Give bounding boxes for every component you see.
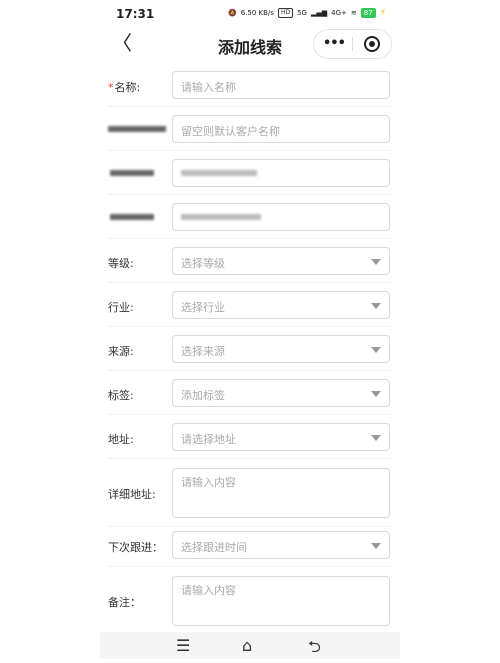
dropdown-arrow-icon (371, 391, 381, 397)
form-row-tags: 标签: 添加标签 (100, 378, 400, 422)
remark-textarea[interactable]: 请输入内容 (172, 576, 390, 626)
dropdown-arrow-icon (371, 259, 381, 265)
tags-label: 标签: (108, 389, 134, 402)
capsule-divider (352, 37, 353, 51)
industry-select[interactable]: 选择行业 (172, 291, 390, 319)
industry-label: 行业: (108, 301, 134, 314)
row-divider (108, 194, 392, 195)
status-icons: 🔕 6.50 KB/s HD 5G ▂▄▆ 4G+ ≋ 87 ⚡ (228, 8, 386, 18)
next-follow-label: 下次跟进： (108, 541, 163, 554)
form-row-next-follow: 下次跟进： 选择跟进时间 (100, 530, 400, 574)
next-follow-select[interactable]: 选择跟进时间 (172, 531, 390, 559)
customer-name-input[interactable]: 留空则默认客户名称 (172, 115, 390, 143)
redacted-value (181, 170, 257, 176)
redacted-label (110, 170, 154, 176)
redacted-input-1[interactable] (172, 159, 390, 187)
close-target-icon[interactable] (364, 36, 380, 52)
home-icon[interactable]: ⌂ (242, 636, 252, 655)
menu-icon[interactable]: ☰ (176, 636, 190, 655)
remark-label: 备注： (108, 596, 141, 609)
navigation-bar: 〈 添加线索 ••• (100, 28, 400, 60)
status-time: 17:31 (116, 7, 155, 21)
row-divider (108, 370, 392, 371)
region-label: 地址: (108, 433, 134, 446)
more-options-icon[interactable]: ••• (323, 36, 346, 51)
row-divider (108, 150, 392, 151)
level-select[interactable]: 选择等级 (172, 247, 390, 275)
redacted-input-2[interactable] (172, 203, 390, 231)
signal-4g: 4G+ (331, 9, 347, 17)
battery-level: 87 (360, 8, 376, 18)
detail-address-label: 详细地址: (108, 488, 156, 501)
form-row-level: 等级: 选择等级 (100, 246, 400, 290)
mute-icon: 🔕 (227, 9, 237, 17)
form-row-customer: 留空则默认客户名称 (100, 114, 400, 158)
source-select[interactable]: 选择来源 (172, 335, 390, 363)
wifi-icon: ≋ (350, 9, 357, 17)
tags-select[interactable]: 添加标签 (172, 379, 390, 407)
dropdown-arrow-icon (371, 347, 381, 353)
row-divider (108, 458, 392, 459)
redacted-value (181, 214, 261, 220)
row-divider (108, 106, 392, 107)
source-label: 来源: (108, 345, 134, 358)
form-row-source: 来源: 选择来源 (100, 334, 400, 378)
form-row-remark: 备注： 请输入内容 (100, 574, 400, 630)
status-bar: 17:31 🔕 6.50 KB/s HD 5G ▂▄▆ 4G+ ≋ 87 ⚡ (100, 0, 400, 28)
dropdown-arrow-icon (371, 435, 381, 441)
redacted-label (108, 126, 166, 132)
charging-icon: ⚡ (379, 8, 386, 18)
row-divider (108, 414, 392, 415)
form-row-region: 地址: 请选择地址 (100, 422, 400, 466)
row-divider (108, 282, 392, 283)
redacted-label (110, 214, 154, 220)
region-select[interactable]: 请选择地址 (172, 423, 390, 451)
mini-program-capsule: ••• (313, 29, 392, 59)
form-row-redacted-1 (100, 158, 400, 202)
phone-screen: 17:31 🔕 6.50 KB/s HD 5G ▂▄▆ 4G+ ≋ 87 ⚡ 〈… (100, 0, 400, 659)
hd-badge: HD (277, 8, 294, 18)
dropdown-arrow-icon (371, 543, 381, 549)
system-navigation-bar: ☰ ⌂ ⮌ (100, 632, 400, 659)
net-speed: 6.50 KB/s (240, 9, 274, 17)
dropdown-arrow-icon (371, 303, 381, 309)
level-label: 等级: (108, 257, 134, 270)
detail-address-textarea[interactable]: 请输入内容 (172, 468, 390, 518)
name-input[interactable]: 请输入名称 (172, 71, 390, 99)
row-divider (108, 326, 392, 327)
signal-5g: 5G (297, 9, 307, 17)
form-row-name: *名称: 请输入名称 (100, 70, 400, 114)
name-label: *名称: (108, 81, 141, 94)
row-divider (108, 566, 392, 567)
form-row-redacted-2 (100, 202, 400, 246)
form-row-detail-address: 详细地址: 请输入内容 (100, 466, 400, 524)
form-row-industry: 行业: 选择行业 (100, 290, 400, 334)
row-divider (108, 238, 392, 239)
signal-icon: ▂▄▆ (310, 9, 328, 17)
row-divider (108, 526, 392, 527)
